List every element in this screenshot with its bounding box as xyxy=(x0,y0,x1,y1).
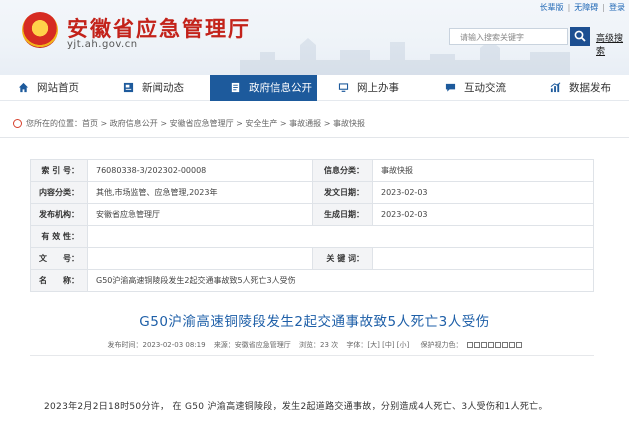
location-icon xyxy=(13,119,22,128)
chat-icon xyxy=(445,83,456,92)
document-icon xyxy=(231,82,240,92)
nav-news-label: 新闻动态 xyxy=(142,82,184,94)
color-swatch[interactable] xyxy=(487,342,494,348)
nav-interaction-label: 互动交流 xyxy=(464,82,506,94)
view-count: 浏览：23 次 xyxy=(299,341,339,349)
divider xyxy=(30,355,594,356)
nav-gov-info-label: 政府信息公开 xyxy=(249,82,312,94)
content-label: 内容分类： xyxy=(30,181,88,204)
name-value: G50沪渝高速铜陵段发生2起交通事故致5人死亡3人受伤 xyxy=(87,269,594,292)
main-nav: 网站首页 新闻动态 政府信息公开 网上办事 互动交流 数据发布 xyxy=(0,75,629,101)
site-header: 安徽省应急管理厅 yjt.ah.gov.cn 长辈版 | 无障碍 | 登录 请输入搜索关… xyxy=(0,0,629,75)
keywords-label: 关 键 词： xyxy=(312,247,373,270)
login-link[interactable]: 登录 xyxy=(605,2,629,13)
nav-online-service-label: 网上办事 xyxy=(357,82,399,94)
nav-data-release-label: 数据发布 xyxy=(569,82,611,94)
date-label: 发文日期： xyxy=(312,181,373,204)
category-label: 信息分类： xyxy=(312,159,373,182)
color-swatch[interactable] xyxy=(515,342,522,348)
publisher-label: 发布机构： xyxy=(30,203,88,226)
divider xyxy=(0,137,629,138)
monitor-icon xyxy=(338,82,349,92)
document-info-table: 索 引 号： 76080338-3/202302-00008 信息分类： 事故快… xyxy=(30,159,594,292)
effective-date-value: 2023-02-03 xyxy=(372,203,594,226)
font-size-switch[interactable]: 字体：[大] [中] [小] xyxy=(346,341,409,349)
color-swatch[interactable] xyxy=(501,342,508,348)
nav-data-release[interactable]: 数据发布 xyxy=(550,75,629,101)
index-label: 索 引 号： xyxy=(30,159,88,182)
docno-label: 文 号： xyxy=(30,247,88,270)
chart-icon xyxy=(550,81,561,92)
nav-interaction[interactable]: 互动交流 xyxy=(445,75,535,101)
site-url: yjt.ah.gov.cn xyxy=(67,39,138,50)
validity-label: 有 效 性： xyxy=(30,225,88,248)
validity-value xyxy=(87,225,594,248)
elder-mode-link[interactable]: 长辈版 xyxy=(536,2,568,13)
eye-care-colors: 保护视力色： xyxy=(418,341,522,349)
search-icon xyxy=(574,30,586,42)
article-body: 2023年2月2日18时50分许， 在 G50 沪渝高速铜陵段，发生2起道路交通… xyxy=(44,402,548,412)
article-meta: 发布时间：2023-02-03 08:19 来源：安徽省应急管理厅 浏览：23 … xyxy=(0,340,629,350)
keywords-value xyxy=(372,247,594,270)
color-swatch[interactable] xyxy=(466,342,473,348)
national-emblem-logo xyxy=(22,12,58,48)
article-source: 来源：安徽省应急管理厅 xyxy=(213,341,291,349)
publisher-value: 安徽省应急管理厅 xyxy=(87,203,313,226)
nav-home[interactable]: 网站首页 xyxy=(18,75,108,101)
content-value: 其他,市场监管、应急管理,2023年 xyxy=(87,181,313,204)
eye-care-label: 保护视力色： xyxy=(420,341,463,349)
nav-news[interactable]: 新闻动态 xyxy=(123,75,213,101)
effective-date-label: 生成日期： xyxy=(312,203,373,226)
nav-home-label: 网站首页 xyxy=(37,82,79,94)
nav-gov-info[interactable]: 政府信息公开 xyxy=(210,75,317,101)
color-swatch[interactable] xyxy=(494,342,501,348)
search-input[interactable]: 请输入搜索关键字 xyxy=(449,28,568,45)
color-swatch[interactable] xyxy=(480,342,487,348)
advanced-search-link[interactable]: 高级搜索 xyxy=(596,31,629,57)
nav-online-service[interactable]: 网上办事 xyxy=(338,75,428,101)
breadcrumb: 您所在的位置：首页 > 政府信息公开 > 安徽省应急管理厅 > 安全生产 > 事… xyxy=(13,118,365,129)
docno-value xyxy=(87,247,313,270)
breadcrumb-prefix: 您所在的位置： xyxy=(26,119,82,128)
date-value: 2023-02-03 xyxy=(372,181,594,204)
index-value: 76080338-3/202302-00008 xyxy=(87,159,313,182)
article-title: G50沪渝高速铜陵段发生2起交通事故致5人死亡3人受伤 xyxy=(139,314,490,330)
color-swatch[interactable] xyxy=(473,342,480,348)
name-label: 名 称： xyxy=(30,269,88,292)
breadcrumb-path[interactable]: 首页 > 政府信息公开 > 安徽省应急管理厅 > 安全生产 > 事故通报 > 事… xyxy=(82,119,365,128)
search-button[interactable] xyxy=(570,27,590,46)
accessibility-link[interactable]: 无障碍 xyxy=(570,2,602,13)
news-icon xyxy=(123,82,134,92)
home-icon xyxy=(18,82,29,92)
category-value: 事故快报 xyxy=(372,159,594,182)
color-swatch[interactable] xyxy=(508,342,515,348)
publish-time: 发布时间：2023-02-03 08:19 xyxy=(107,341,206,349)
top-links: 长辈版 | 无障碍 | 登录 xyxy=(536,2,629,13)
